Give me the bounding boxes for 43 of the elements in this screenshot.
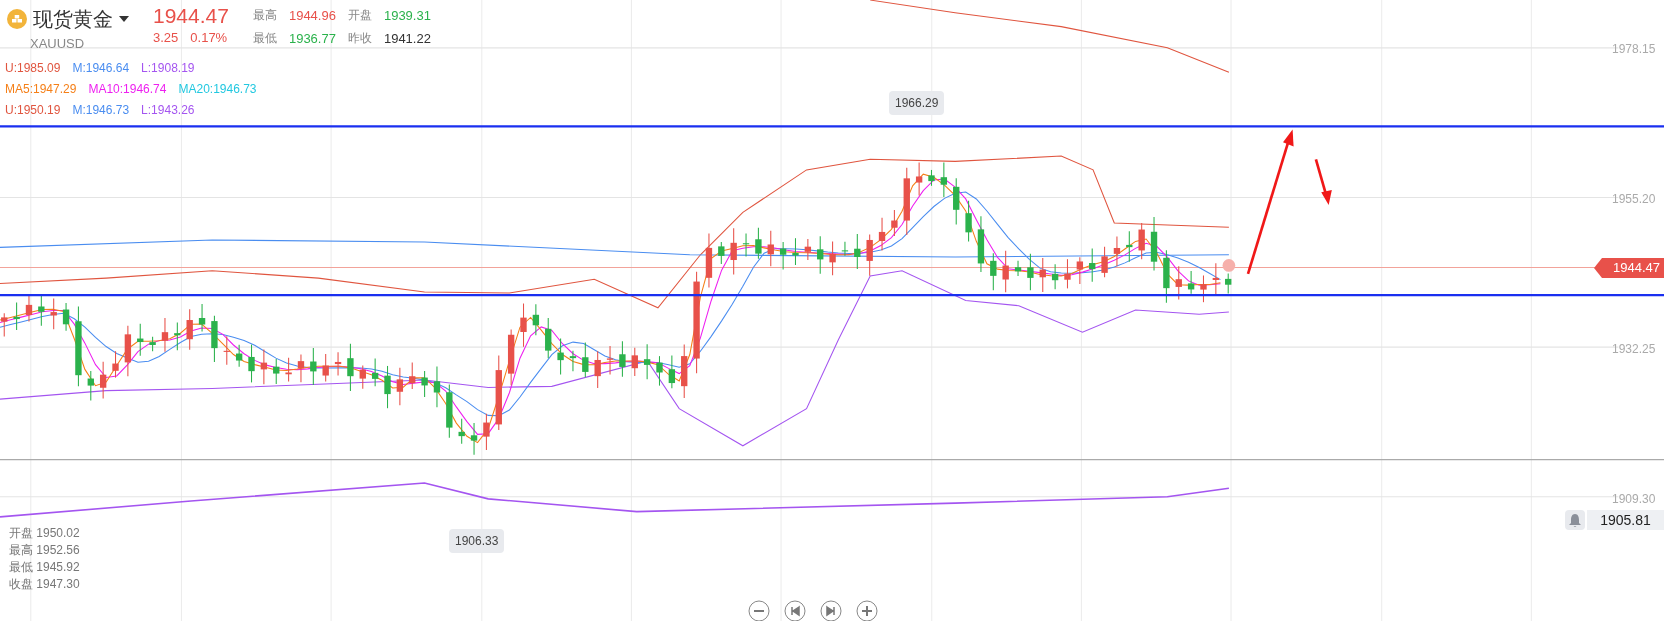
ohlc-value: 最低 1945.92 bbox=[9, 559, 80, 576]
indicator-value: L:1908.19 bbox=[141, 60, 195, 77]
stat-value: 1944.96 bbox=[288, 7, 336, 25]
price-pulse-dot bbox=[1222, 259, 1236, 272]
price-axis-label: 1909.30 bbox=[1612, 491, 1656, 508]
skip-forward-icon[interactable] bbox=[820, 600, 842, 621]
high-price-marker: 1966.29 bbox=[889, 91, 945, 115]
indicator-value: U:1950.19 bbox=[5, 102, 61, 119]
stat-label: 最高 bbox=[252, 7, 277, 24]
stat-label: 最低 bbox=[252, 29, 277, 47]
low-price-marker: 1906.33 bbox=[449, 529, 505, 553]
indicator-value: L:1943.26 bbox=[141, 102, 195, 119]
price-axis-label: 1978.15 bbox=[1612, 41, 1656, 58]
price-change: 3.25 bbox=[153, 29, 179, 47]
indicator-value: M:1946.64 bbox=[72, 60, 130, 77]
last-price: 1944.47 bbox=[153, 4, 229, 28]
stat-label: 昨收 bbox=[347, 29, 372, 47]
stat-label: 开盘 bbox=[347, 7, 372, 24]
symbol-name: 现货黄金 bbox=[33, 6, 113, 33]
indicator-value: U:1985.09 bbox=[5, 60, 61, 77]
zoom-out-icon[interactable] bbox=[748, 600, 770, 621]
stat-value: 1939.31 bbox=[383, 7, 431, 25]
symbol-code: XAUUSD bbox=[30, 35, 86, 53]
indicator-value: M:1946.73 bbox=[72, 102, 130, 119]
price-axis-label: 1932.25 bbox=[1612, 341, 1656, 358]
price-change-percent: 0.17% bbox=[190, 29, 228, 47]
down-arrow bbox=[1314, 158, 1332, 205]
indicator-value: MA20:1946.73 bbox=[178, 81, 257, 98]
alert-price: 1905.81 bbox=[1587, 510, 1664, 530]
indicator-value: MA5:1947.29 bbox=[5, 81, 77, 98]
zoom-in-icon[interactable] bbox=[856, 600, 878, 621]
ohlc-value: 收盘 1947.30 bbox=[9, 576, 80, 593]
dropdown-caret-icon[interactable] bbox=[119, 16, 129, 22]
alert-bell-icon[interactable] bbox=[1565, 510, 1585, 530]
stat-value: 1941.22 bbox=[383, 29, 431, 48]
skip-back-icon[interactable] bbox=[784, 600, 806, 621]
coin-icon bbox=[7, 9, 27, 29]
ohlc-value: 开盘 1950.02 bbox=[9, 525, 80, 542]
stat-value: 1936.77 bbox=[288, 29, 336, 48]
price-axis-label: 1955.20 bbox=[1612, 191, 1656, 208]
indicator-value: MA10:1946.74 bbox=[88, 81, 167, 98]
current-price-tag: 1944.47 bbox=[1594, 258, 1664, 278]
ohlc-value: 最高 1952.56 bbox=[9, 542, 80, 559]
